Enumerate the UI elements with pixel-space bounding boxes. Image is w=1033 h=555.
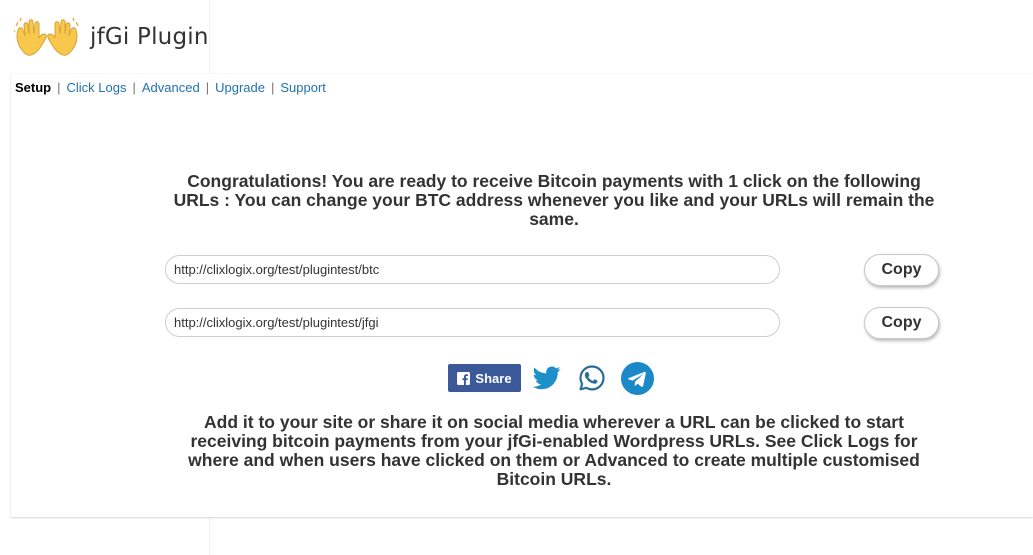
jfgi-url-field[interactable] (165, 308, 780, 337)
twitter-icon[interactable] (533, 366, 561, 390)
tab-click-logs[interactable]: Click Logs (67, 80, 127, 95)
tab-support[interactable]: Support (280, 80, 326, 95)
btc-url-field[interactable] (165, 255, 780, 284)
tab-upgrade[interactable]: Upgrade (215, 80, 265, 95)
header: jfGi Plugin (0, 0, 1033, 74)
congrats-message: Congratulations! You are ready to receiv… (173, 171, 935, 229)
tab-nav: Setup | Click Logs | Advanced | Upgrade … (15, 80, 326, 95)
copy-btc-url-button[interactable]: Copy (864, 254, 939, 286)
nav-separator: | (205, 80, 210, 95)
nav-separator: | (270, 80, 275, 95)
facebook-share-label: Share (475, 370, 512, 386)
tab-advanced[interactable]: Advanced (142, 80, 200, 95)
copy-jfgi-url-button[interactable]: Copy (864, 307, 939, 339)
whatsapp-icon[interactable] (578, 364, 606, 392)
instructions-text: Add it to your site or share it on socia… (188, 412, 920, 489)
waving-hands-icon (14, 16, 80, 58)
facebook-icon (457, 371, 471, 385)
page: jfGi Plugin Setup | Click Logs | Advance… (0, 0, 1033, 555)
nav-separator: | (132, 80, 136, 95)
nav-separator: | (57, 80, 61, 95)
share-row: Share (448, 360, 654, 396)
facebook-share-button[interactable]: Share (448, 364, 521, 392)
telegram-icon[interactable] (621, 361, 654, 395)
app-title: jfGi Plugin (90, 24, 209, 50)
tab-setup[interactable]: Setup (15, 80, 51, 95)
